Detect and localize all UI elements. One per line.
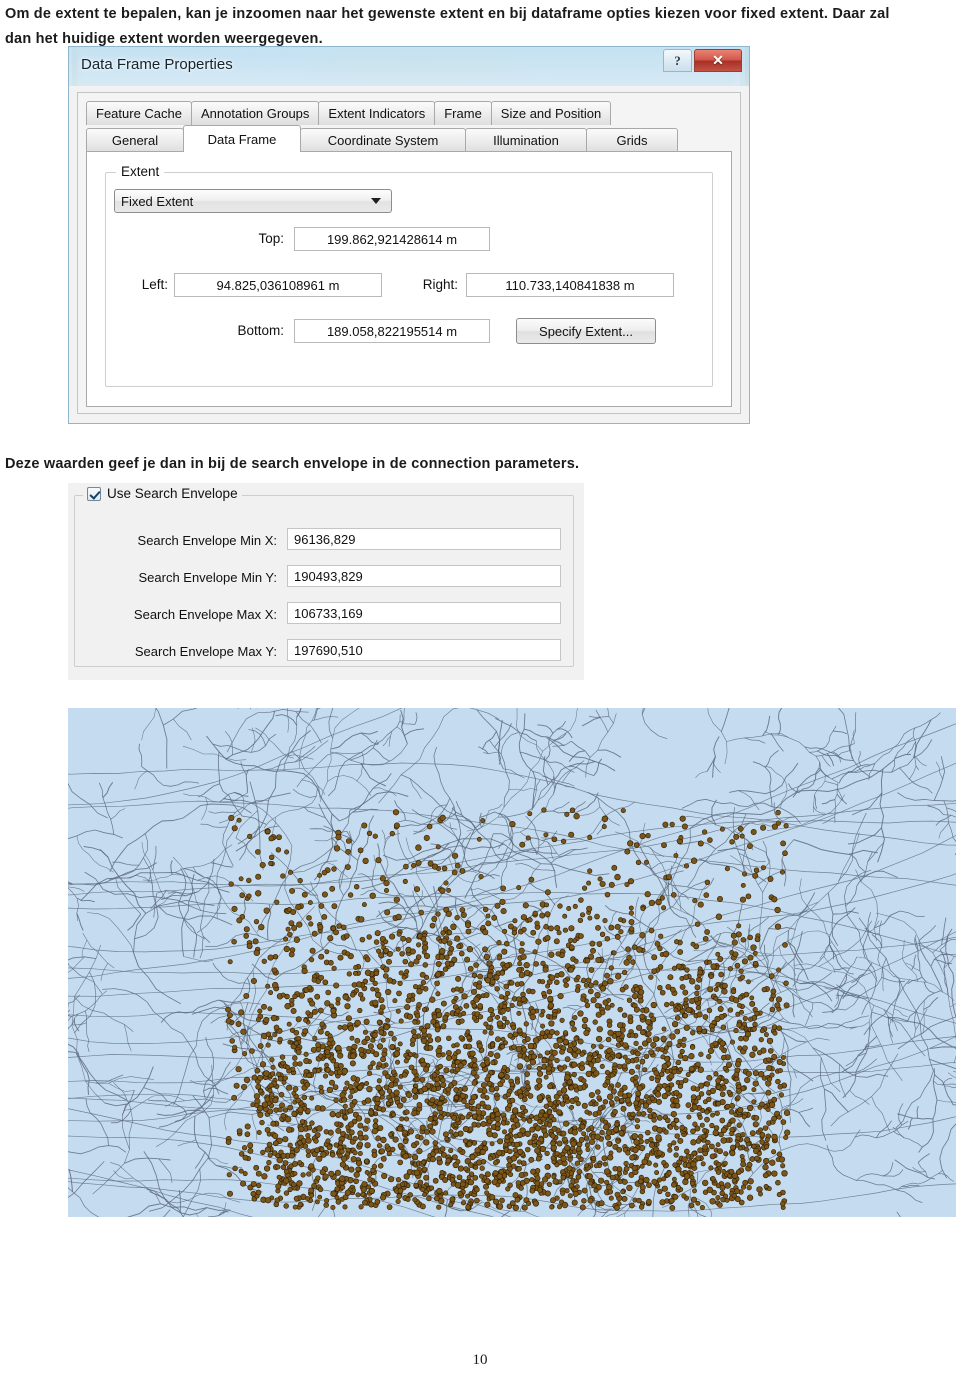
use-search-envelope-label: Use Search Envelope bbox=[107, 486, 238, 501]
max-y-field[interactable]: 197690,510 bbox=[287, 639, 561, 661]
right-label: Right: bbox=[422, 277, 458, 292]
tab-frame[interactable]: Frame bbox=[434, 101, 492, 125]
search-envelope-groupbox: Use Search Envelope Search Envelope Min … bbox=[74, 486, 575, 667]
search-envelope-screenshot: Use Search Envelope Search Envelope Min … bbox=[68, 483, 584, 680]
window-inner-panel: Feature Cache Annotation Groups Extent I… bbox=[77, 92, 741, 414]
bottom-label: Bottom: bbox=[237, 323, 284, 338]
extent-mode-dropdown[interactable]: Fixed Extent bbox=[114, 189, 392, 213]
extent-groupbox-legend: Extent bbox=[116, 164, 165, 179]
bottom-extent-field[interactable]: 189.058,822195514 m bbox=[294, 319, 490, 343]
extent-mode-value: Fixed Extent bbox=[121, 193, 194, 209]
tab-data-frame[interactable]: Data Frame bbox=[183, 125, 301, 152]
tab-grids[interactable]: Grids bbox=[586, 128, 678, 152]
tab-extent-indicators[interactable]: Extent Indicators bbox=[318, 101, 436, 125]
help-icon[interactable]: ? bbox=[663, 49, 692, 72]
top-label: Top: bbox=[258, 231, 284, 246]
use-search-envelope-checkbox-row[interactable]: Use Search Envelope bbox=[83, 486, 242, 501]
intro-paragraph: Om de extent te bepalen, kan je inzoomen… bbox=[5, 6, 890, 47]
min-x-label: Search Envelope Min X: bbox=[137, 533, 277, 548]
envelope-row-min-y: Search Envelope Min Y: 190493,829 bbox=[75, 565, 575, 591]
window-body: Feature Cache Annotation Groups Extent I… bbox=[68, 86, 750, 424]
specify-extent-button[interactable]: Specify Extent... bbox=[516, 318, 656, 344]
use-search-envelope-checkbox[interactable] bbox=[87, 486, 101, 501]
page-number: 10 bbox=[472, 1352, 488, 1368]
search-envelope-paragraph: Deze waarden geef je dan in bij de searc… bbox=[5, 456, 580, 472]
tab-size-and-position[interactable]: Size and Position bbox=[490, 101, 612, 125]
max-x-label: Search Envelope Max X: bbox=[133, 607, 277, 622]
min-x-field[interactable]: 96136,829 bbox=[287, 528, 561, 550]
chevron-down-icon bbox=[371, 198, 381, 204]
tab-annotation-groups[interactable]: Annotation Groups bbox=[191, 101, 320, 125]
envelope-row-max-y: Search Envelope Max Y: 197690,510 bbox=[75, 639, 575, 665]
max-y-label: Search Envelope Max Y: bbox=[134, 644, 277, 659]
left-label: Left: bbox=[141, 277, 168, 292]
envelope-row-max-x: Search Envelope Max X: 106733,169 bbox=[75, 602, 575, 628]
gis-map-figure bbox=[68, 708, 956, 1217]
close-icon[interactable]: ✕ bbox=[694, 49, 742, 72]
window-title: Data Frame Properties bbox=[81, 56, 233, 73]
right-extent-field[interactable]: 110.733,140841838 m bbox=[466, 273, 674, 297]
min-y-label: Search Envelope Min Y: bbox=[138, 570, 277, 585]
tab-row-top: Feature Cache Annotation Groups Extent I… bbox=[86, 101, 612, 125]
data-frame-tab-panel: Extent Fixed Extent Top: 199.862,9214286… bbox=[86, 151, 732, 407]
tab-feature-cache[interactable]: Feature Cache bbox=[86, 101, 192, 125]
map-canvas bbox=[68, 708, 956, 1217]
tab-general[interactable]: General bbox=[86, 128, 184, 152]
envelope-row-min-x: Search Envelope Min X: 96136,829 bbox=[75, 528, 575, 554]
tab-illumination[interactable]: Illumination bbox=[465, 128, 587, 152]
tab-coordinate-system[interactable]: Coordinate System bbox=[300, 128, 466, 152]
data-frame-properties-screenshot: Data Frame Properties ? ✕ Feature Cache … bbox=[68, 46, 750, 424]
extent-groupbox: Extent Fixed Extent Top: 199.862,9214286… bbox=[105, 164, 713, 387]
min-y-field[interactable]: 190493,829 bbox=[287, 565, 561, 587]
top-extent-field[interactable]: 199.862,921428614 m bbox=[294, 227, 490, 251]
tab-row-bottom: General Data Frame Coordinate System Ill… bbox=[86, 125, 678, 152]
max-x-field[interactable]: 106733,169 bbox=[287, 602, 561, 624]
data-frame-properties-window: Data Frame Properties ? ✕ Feature Cache … bbox=[68, 46, 750, 424]
window-titlebar[interactable]: Data Frame Properties ? ✕ bbox=[68, 46, 750, 86]
left-extent-field[interactable]: 94.825,036108961 m bbox=[174, 273, 382, 297]
